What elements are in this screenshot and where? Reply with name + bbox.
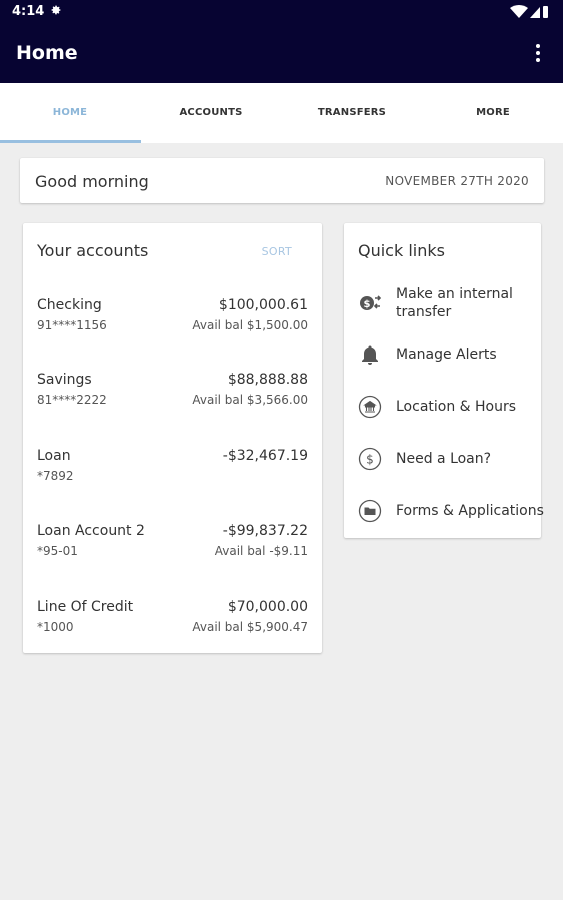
- greeting-card: Good morning NOVEMBER 27TH 2020: [20, 158, 544, 203]
- app-bar: Home: [0, 24, 563, 83]
- transfer-icon: $: [360, 295, 382, 310]
- tab-transfers[interactable]: TRANSFERS: [282, 83, 422, 143]
- wifi-icon: [510, 5, 528, 18]
- quick-links-heading: Quick links: [358, 241, 445, 260]
- account-balance: $88,888.88: [227, 372, 308, 388]
- svg-text:$: $: [364, 299, 371, 310]
- quick-link-manage-alerts[interactable]: Manage Alerts: [344, 343, 541, 367]
- account-name: Checking: [37, 297, 102, 313]
- quick-link-label: Make an internal: [396, 286, 513, 302]
- gear-icon: [51, 5, 61, 15]
- account-number: *7892: [37, 469, 74, 483]
- account-name: Savings: [37, 372, 92, 388]
- overflow-menu-icon[interactable]: [535, 44, 541, 64]
- quick-link-label: Need a Loan?: [396, 451, 492, 467]
- account-row-checking[interactable]: Checking 91****1156 $100,000.61 Avail ba…: [23, 297, 322, 357]
- tab-more[interactable]: MORE: [423, 83, 563, 143]
- account-row-loan-account-2[interactable]: Loan Account 2 *95-01 -$99,837.22 Avail …: [23, 523, 322, 583]
- account-number: *95-01: [37, 544, 78, 558]
- sort-button[interactable]: SORT: [262, 245, 292, 258]
- account-row-savings[interactable]: Savings 81****2222 $88,888.88 Avail bal …: [23, 372, 322, 432]
- account-number: 81****2222: [37, 393, 107, 407]
- accounts-heading: Your accounts: [37, 241, 149, 260]
- quick-link-label: transfer: [396, 304, 452, 320]
- account-available-balance: Avail bal $3,566.00: [192, 393, 308, 407]
- signal-icon: [530, 7, 540, 18]
- quick-link-label: Location & Hours: [396, 399, 517, 415]
- status-time: 4:14: [12, 4, 45, 19]
- account-available-balance: Avail bal -$9.11: [214, 544, 308, 558]
- account-number: *1000: [37, 620, 74, 634]
- quick-link-label: Manage Alerts: [396, 347, 497, 363]
- account-number: 91****1156: [37, 318, 107, 332]
- account-balance: $100,000.61: [218, 297, 308, 313]
- account-balance: -$99,837.22: [222, 523, 308, 539]
- quick-link-forms-applications[interactable]: Forms & Applications: [344, 499, 544, 523]
- greeting-text: Good morning: [35, 172, 149, 191]
- dollar-icon: $: [358, 447, 382, 471]
- tab-bar: HOME ACCOUNTS TRANSFERS MORE: [0, 83, 563, 143]
- quick-links-card: Quick links $ Make an internal transfer …: [344, 223, 544, 538]
- quick-link-location-hours[interactable]: Location & Hours: [344, 395, 541, 419]
- folder-icon: [358, 499, 382, 523]
- account-name: Loan: [37, 448, 71, 464]
- battery-icon: [543, 6, 548, 18]
- svg-text:$: $: [366, 453, 374, 467]
- greeting-date: NOVEMBER 27TH 2020: [385, 174, 529, 188]
- account-available-balance: Avail bal $1,500.00: [192, 318, 308, 332]
- account-row-line-of-credit[interactable]: Line Of Credit *1000 $70,000.00 Avail ba…: [23, 599, 322, 659]
- bell-icon: [362, 345, 378, 365]
- account-row-loan[interactable]: Loan *7892 -$32,467.19: [23, 448, 322, 508]
- quick-link-internal-transfer[interactable]: $ Make an internal transfer: [344, 285, 541, 321]
- page-title: Home: [16, 42, 78, 64]
- bank-icon: [358, 395, 382, 419]
- account-name: Line Of Credit: [37, 599, 134, 615]
- quick-link-label: Forms & Applications: [396, 503, 544, 519]
- tab-indicator: [0, 140, 141, 143]
- account-available-balance: Avail bal $5,900.47: [192, 620, 308, 634]
- account-name: Loan Account 2: [37, 523, 145, 539]
- tab-home[interactable]: HOME: [0, 83, 140, 143]
- tab-accounts[interactable]: ACCOUNTS: [141, 83, 281, 143]
- system-status-icons: [510, 5, 548, 18]
- accounts-card: Your accounts SORT Checking 91****1156 $…: [23, 223, 322, 653]
- quick-link-need-a-loan[interactable]: $ Need a Loan?: [344, 447, 541, 471]
- account-balance: $70,000.00: [227, 599, 308, 615]
- account-balance: -$32,467.19: [222, 448, 308, 464]
- status-bar: 4:14: [0, 0, 563, 24]
